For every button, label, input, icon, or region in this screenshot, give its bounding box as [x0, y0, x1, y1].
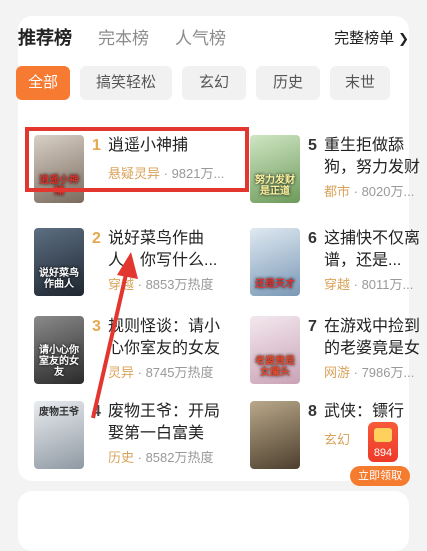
book-meta: 穿越 · 8011万...	[324, 277, 414, 292]
rank-number: 8	[308, 403, 317, 420]
book-cover: 废物王爷	[34, 401, 84, 469]
book-meta: 穿越 · 8853万热度	[108, 277, 214, 292]
book-item-5[interactable]: 努力发财是正道 5 重生拒做舔狗，努力发财是正道 都市 · 8020万...	[250, 135, 427, 217]
book-meta: 历史 · 8582万热度	[108, 450, 214, 465]
tab-recommend[interactable]: 推荐榜	[18, 24, 72, 50]
book-item-2[interactable]: 说好菜鸟作曲人 2 说好菜鸟作曲人，你写什么... 穿越 · 8853万热度	[34, 228, 234, 310]
book-genre: 玄幻	[324, 432, 351, 447]
chip-history[interactable]: 历史	[256, 66, 320, 100]
cover-title-art: 废物王爷	[39, 407, 79, 418]
book-meta: 灵异 · 8745万热度	[108, 365, 214, 380]
book-title: 在游戏中捡到的老婆竟是女魔...	[324, 318, 421, 357]
book-genre: 网游	[324, 365, 351, 380]
book-title: 说好菜鸟作曲人，你写什么...	[108, 230, 218, 269]
chevron-right-icon: ❯	[398, 31, 409, 46]
book-heat: 8020万...	[361, 184, 415, 199]
rank-number: 2	[92, 230, 101, 247]
book-title: 这捕快不仅离谱，还是...	[324, 230, 421, 269]
book-genre: 历史	[108, 450, 135, 465]
chip-fantasy[interactable]: 玄幻	[182, 66, 246, 100]
book-meta: 网游 · 7986万...	[324, 365, 415, 380]
book-genre: 穿越	[108, 277, 135, 292]
book-meta: 玄幻	[324, 429, 350, 448]
book-cover: 请小心你室友的女友	[34, 316, 84, 384]
book-meta: 都市 · 8020万...	[324, 184, 415, 199]
claim-button[interactable]: 立即领取	[350, 466, 410, 486]
book-title: 武侠：镖行...	[324, 403, 404, 420]
highlight-box	[25, 127, 249, 192]
book-title: 规则怪谈：请小心你室友的女友	[108, 318, 221, 357]
cover-title-art: 说好菜鸟作曲人	[39, 268, 79, 290]
book-title: 重生拒做舔狗，努力发财是正道	[324, 137, 421, 176]
rank-number: 3	[92, 318, 101, 335]
reward-count: 894	[373, 447, 393, 459]
book-cover: 还是天才	[250, 228, 300, 296]
book-heat: 7986万...	[361, 365, 415, 380]
book-heat: 8745万热度	[145, 365, 214, 380]
rank-number: 5	[308, 137, 317, 154]
book-cover: 说好菜鸟作曲人	[34, 228, 84, 296]
full-list-label: 完整榜单	[334, 30, 395, 47]
book-item-3[interactable]: 请小心你室友的女友 3 规则怪谈：请小心你室友的女友 灵异 · 8745万热度	[34, 316, 234, 398]
full-list-link[interactable]: 完整榜单 ❯	[334, 27, 409, 48]
chip-apocalypse[interactable]: 末世	[330, 66, 390, 100]
rank-number: 7	[308, 318, 317, 335]
book-genre: 灵异	[108, 365, 135, 380]
book-genre: 穿越	[324, 277, 351, 292]
tab-popular[interactable]: 人气榜	[175, 24, 226, 49]
book-item-6[interactable]: 还是天才 6 这捕快不仅离谱，还是... 穿越 · 8011万...	[250, 228, 427, 310]
book-item-7[interactable]: 老婆竟是女魔头 7 在游戏中捡到的老婆竟是女魔... 网游 · 7986万...	[250, 316, 427, 398]
cover-title-art: 请小心你室友的女友	[39, 345, 79, 378]
book-heat: 8011万...	[361, 277, 414, 292]
rank-number: 6	[308, 230, 317, 247]
book-cover: 老婆竟是女魔头	[250, 316, 300, 384]
book-heat: 8853万热度	[145, 277, 214, 292]
book-genre: 都市	[324, 184, 351, 199]
red-envelope-icon	[374, 428, 392, 442]
book-title: 废物王爷：开局娶第一白富美	[108, 403, 221, 442]
category-chips: 全部 搞笑轻松 玄幻 历史 末世	[16, 66, 400, 100]
rank-number: 4	[92, 403, 101, 420]
reward-badge[interactable]: 894	[368, 422, 398, 462]
book-cover	[250, 401, 300, 469]
chip-comedy[interactable]: 搞笑轻松	[80, 66, 172, 100]
ranking-tabs: 推荐榜 完本榜 人气榜	[18, 24, 252, 50]
chip-all[interactable]: 全部	[16, 66, 70, 100]
tab-completed[interactable]: 完本榜	[98, 24, 149, 49]
book-item-4[interactable]: 废物王爷 4 废物王爷：开局娶第一白富美 历史 · 8582万热度	[34, 401, 234, 483]
next-card	[18, 491, 409, 551]
cover-title-art: 老婆竟是女魔头	[255, 356, 295, 378]
book-cover: 努力发财是正道	[250, 135, 300, 203]
book-heat: 8582万热度	[145, 450, 214, 465]
cover-title-art: 努力发财是正道	[255, 175, 295, 197]
cover-title-art: 还是天才	[255, 279, 295, 290]
